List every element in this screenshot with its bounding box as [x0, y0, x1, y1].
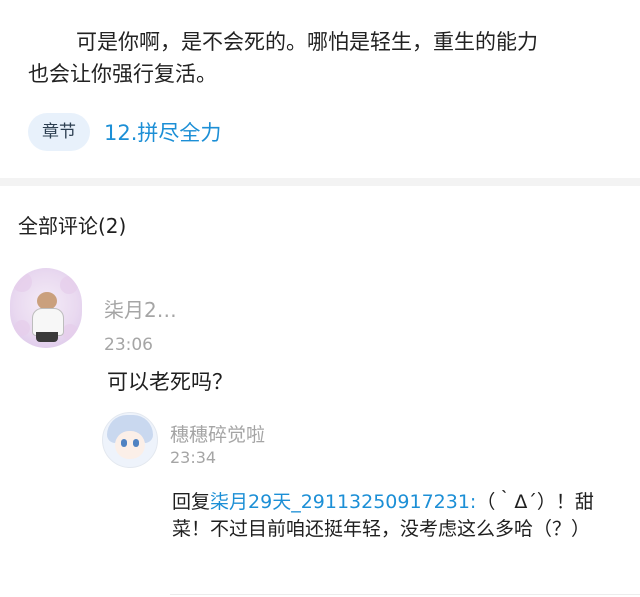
avatar-decoration	[14, 320, 30, 336]
avatar-eye	[133, 439, 139, 447]
excerpt-line-2: 也会让你强行复活。	[28, 62, 217, 86]
avatar-decoration	[62, 324, 78, 340]
reply-to-link[interactable]: 柒月29天_29113250917231:	[210, 491, 476, 513]
avatar-decoration	[60, 276, 78, 294]
comments-header: 全部评论(2)	[18, 214, 127, 238]
avatar-face	[115, 431, 145, 459]
comment-username[interactable]: 柒月2…	[104, 294, 177, 323]
avatar-figure-legs	[36, 332, 58, 342]
chapter-row: 章节 12.拼尽全力	[28, 112, 221, 152]
avatar-decoration	[12, 272, 32, 292]
avatar-eye	[121, 439, 127, 447]
comment-content[interactable]: 可以老死吗？	[107, 366, 233, 396]
reply-prefix: 回复	[172, 491, 211, 513]
reply-divider	[170, 594, 640, 595]
commenter-avatar[interactable]	[10, 268, 82, 348]
reply-avatar[interactable]	[102, 412, 158, 468]
section-divider	[0, 178, 640, 186]
chapter-tag: 章节	[28, 113, 90, 151]
reply-content[interactable]: 回复柒月29天_29113250917231:（｀Δ´）！甜菜！不过目前咱还挺年…	[172, 489, 627, 543]
reply-time: 23:34	[170, 448, 217, 467]
chapter-excerpt: 可是你啊，是不会死的。哪怕是轻生，重生的能力 也会让你强行复活。	[28, 26, 618, 90]
comment-time: 23:06	[104, 335, 153, 355]
excerpt-line-1: 可是你啊，是不会死的。哪怕是轻生，重生的能力	[76, 30, 538, 54]
chapter-link[interactable]: 12.拼尽全力	[104, 117, 221, 147]
reply-username[interactable]: 穗穗碎觉啦	[170, 420, 265, 447]
